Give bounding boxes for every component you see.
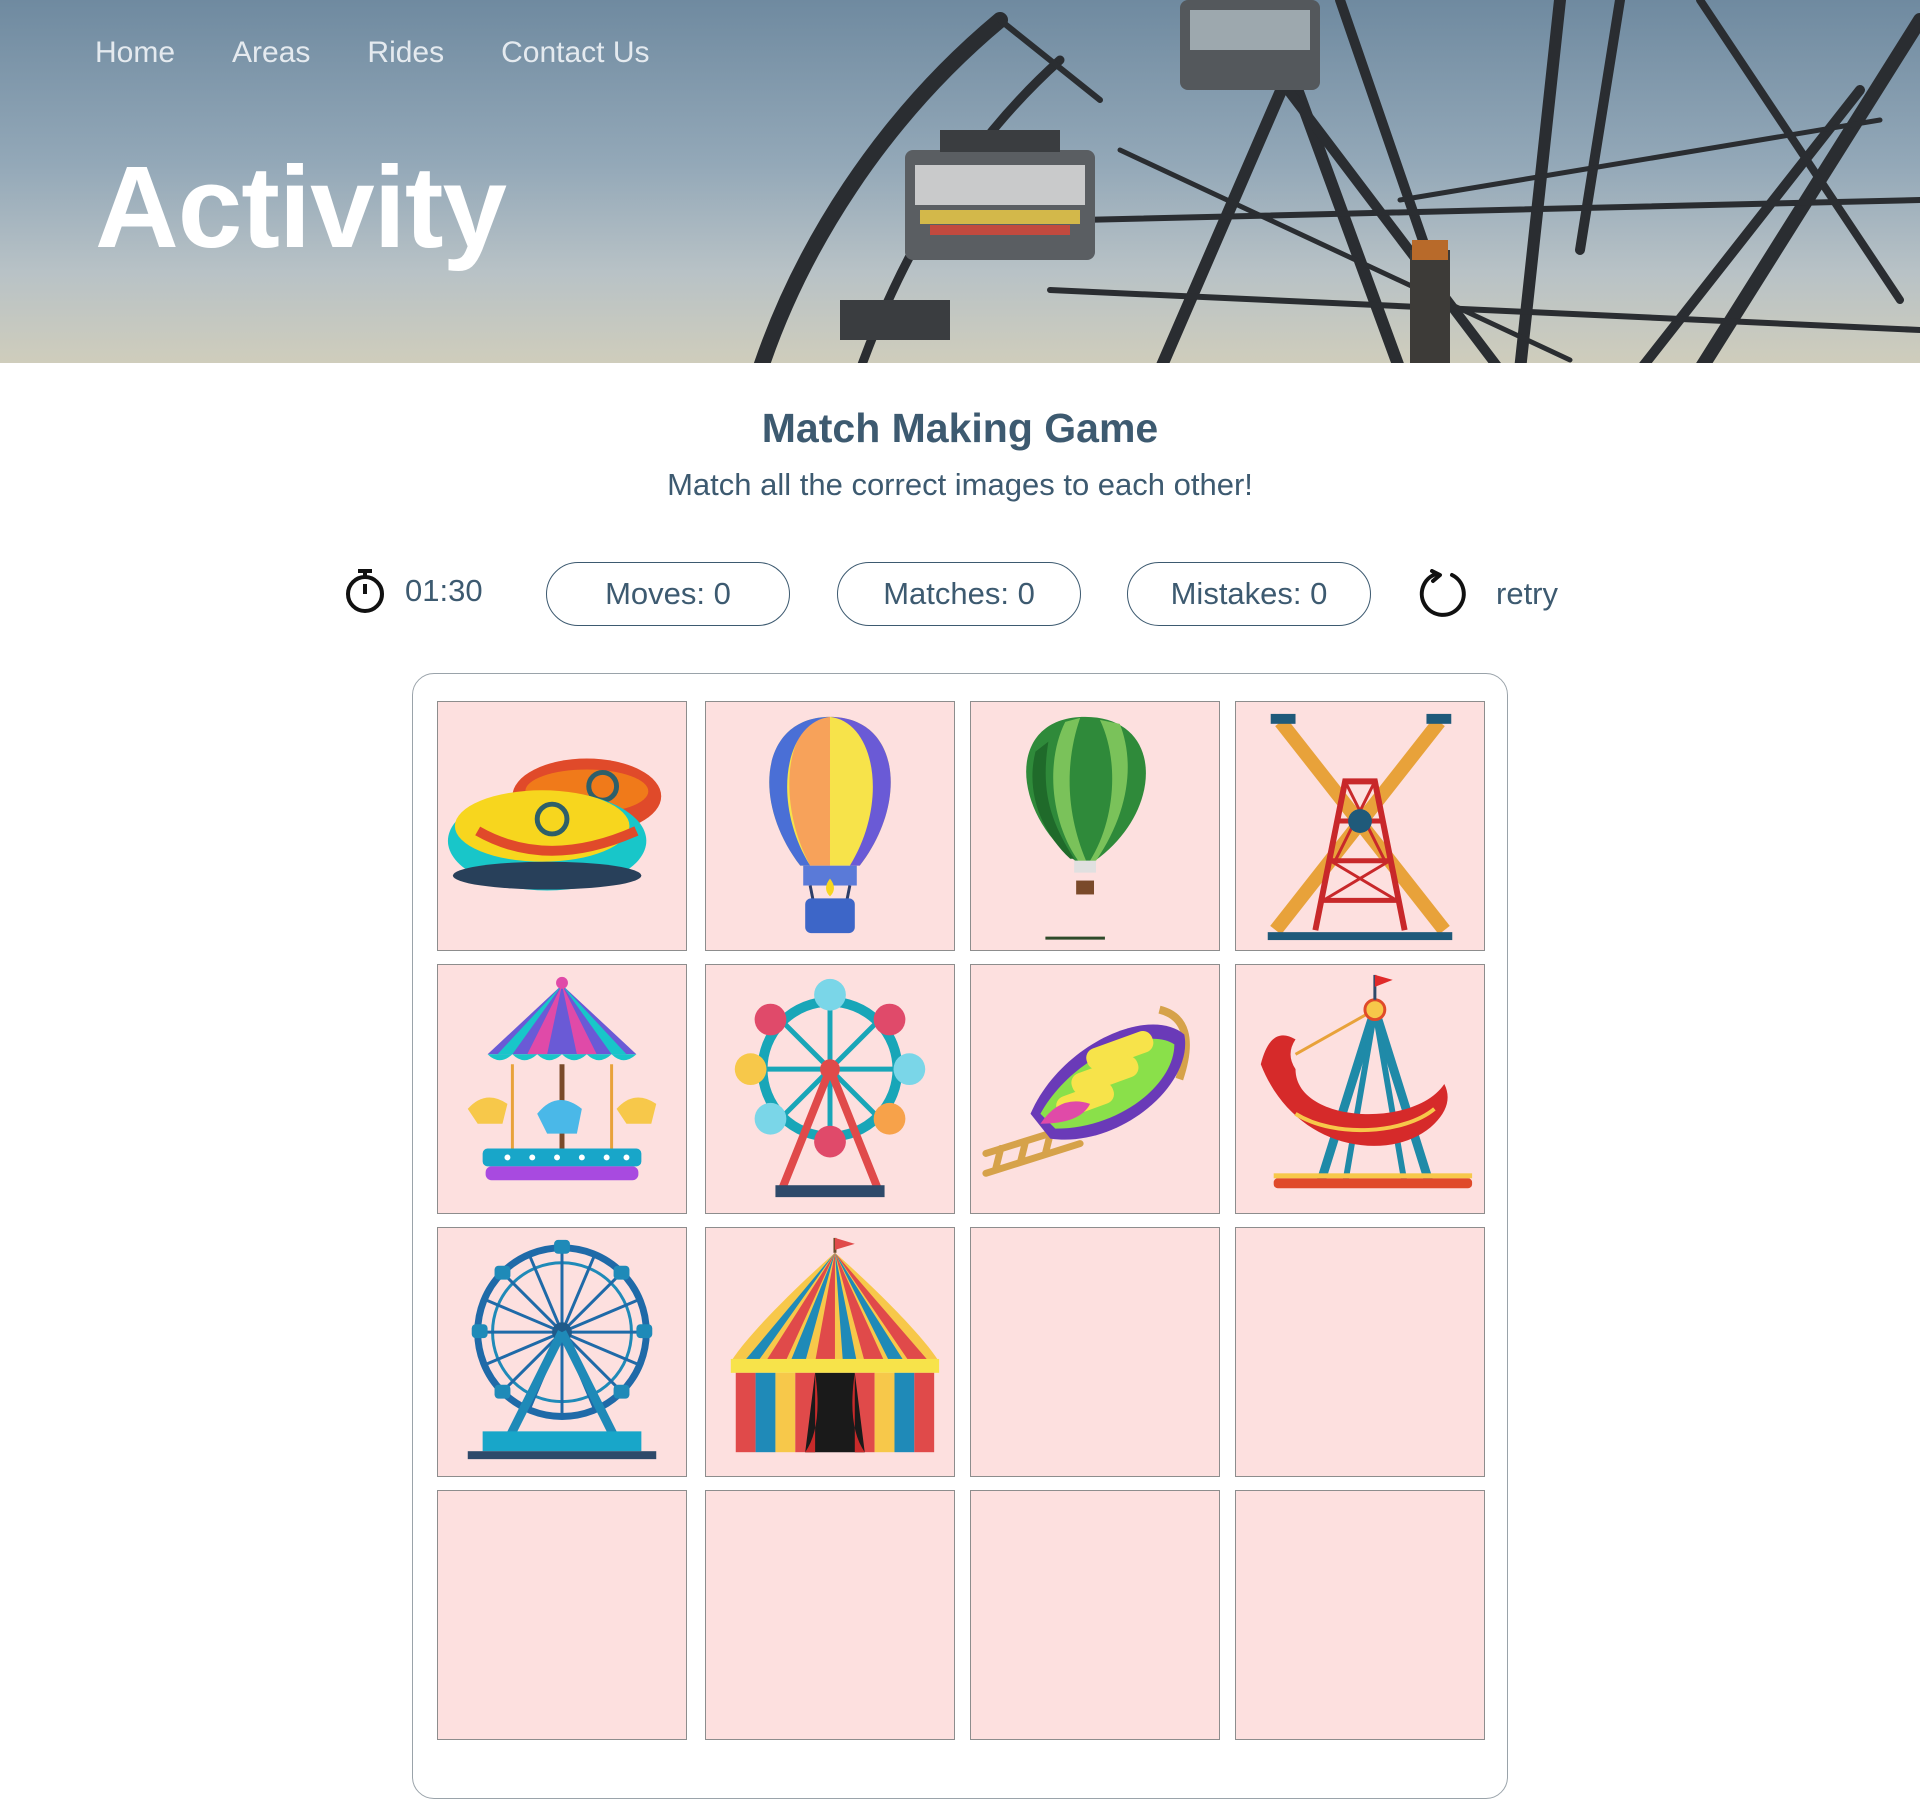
green-hot-air-balloon-icon bbox=[1026, 716, 1146, 940]
bumper-cars-icon bbox=[447, 758, 662, 891]
game-board bbox=[412, 673, 1508, 1799]
card-circus-tent[interactable] bbox=[705, 1227, 955, 1477]
mistakes-counter: Mistakes: 0 bbox=[1127, 562, 1371, 626]
stopwatch-icon bbox=[346, 569, 384, 613]
card-pirate-ship[interactable] bbox=[1235, 964, 1485, 1214]
nav-rides-link[interactable]: Rides bbox=[367, 36, 444, 70]
moves-counter: Moves: 0 bbox=[546, 562, 790, 626]
striped-hot-air-balloon-icon bbox=[769, 716, 891, 934]
matches-counter: Matches: 0 bbox=[837, 562, 1081, 626]
retry-button[interactable]: retry bbox=[1418, 562, 1558, 626]
retry-label: retry bbox=[1496, 576, 1558, 611]
pirate-ship-ride-icon bbox=[1260, 974, 1473, 1189]
card-striped-balloon[interactable] bbox=[705, 701, 955, 951]
game-stats-bar: 01:30 Moves: 0 Matches: 0 Mistakes: 0 re… bbox=[0, 560, 1920, 630]
nav-contact-link[interactable]: Contact Us bbox=[501, 36, 649, 70]
refresh-icon bbox=[1419, 569, 1466, 617]
page-title: Activity bbox=[95, 142, 507, 272]
colorful-ferris-wheel-icon bbox=[734, 978, 926, 1198]
blue-ferris-wheel-icon bbox=[467, 1239, 657, 1460]
card-hidden[interactable] bbox=[437, 1490, 687, 1740]
card-blue-ferris-wheel[interactable] bbox=[437, 1227, 687, 1477]
card-log-flume[interactable] bbox=[970, 964, 1220, 1214]
swing-tower-ride-icon bbox=[1267, 713, 1453, 941]
card-swing-tower[interactable] bbox=[1235, 701, 1485, 951]
card-hidden[interactable] bbox=[970, 1490, 1220, 1740]
game-subtitle: Match all the correct images to each oth… bbox=[667, 467, 1253, 502]
carousel-icon bbox=[467, 976, 657, 1181]
card-green-balloon[interactable] bbox=[970, 701, 1220, 951]
card-carousel[interactable] bbox=[437, 964, 687, 1214]
card-hidden[interactable] bbox=[970, 1227, 1220, 1477]
nav-home-link[interactable]: Home bbox=[95, 36, 175, 70]
timer: 01:30 bbox=[343, 560, 483, 622]
card-hidden[interactable] bbox=[1235, 1227, 1485, 1477]
main-nav: Home Areas Rides Contact Us bbox=[95, 36, 650, 70]
card-hidden[interactable] bbox=[705, 1490, 955, 1740]
card-colorful-ferris-wheel[interactable] bbox=[705, 964, 955, 1214]
hero-banner: Home Areas Rides Contact Us Activity bbox=[0, 0, 1920, 363]
card-bumper-cars[interactable] bbox=[437, 701, 687, 951]
game-title: Match Making Game bbox=[761, 405, 1159, 451]
log-flume-boat-icon bbox=[982, 1005, 1190, 1177]
card-hidden[interactable] bbox=[1235, 1490, 1485, 1740]
circus-tent-icon bbox=[730, 1237, 940, 1453]
timer-value: 01:30 bbox=[405, 573, 483, 608]
nav-areas-link[interactable]: Areas bbox=[232, 36, 310, 70]
